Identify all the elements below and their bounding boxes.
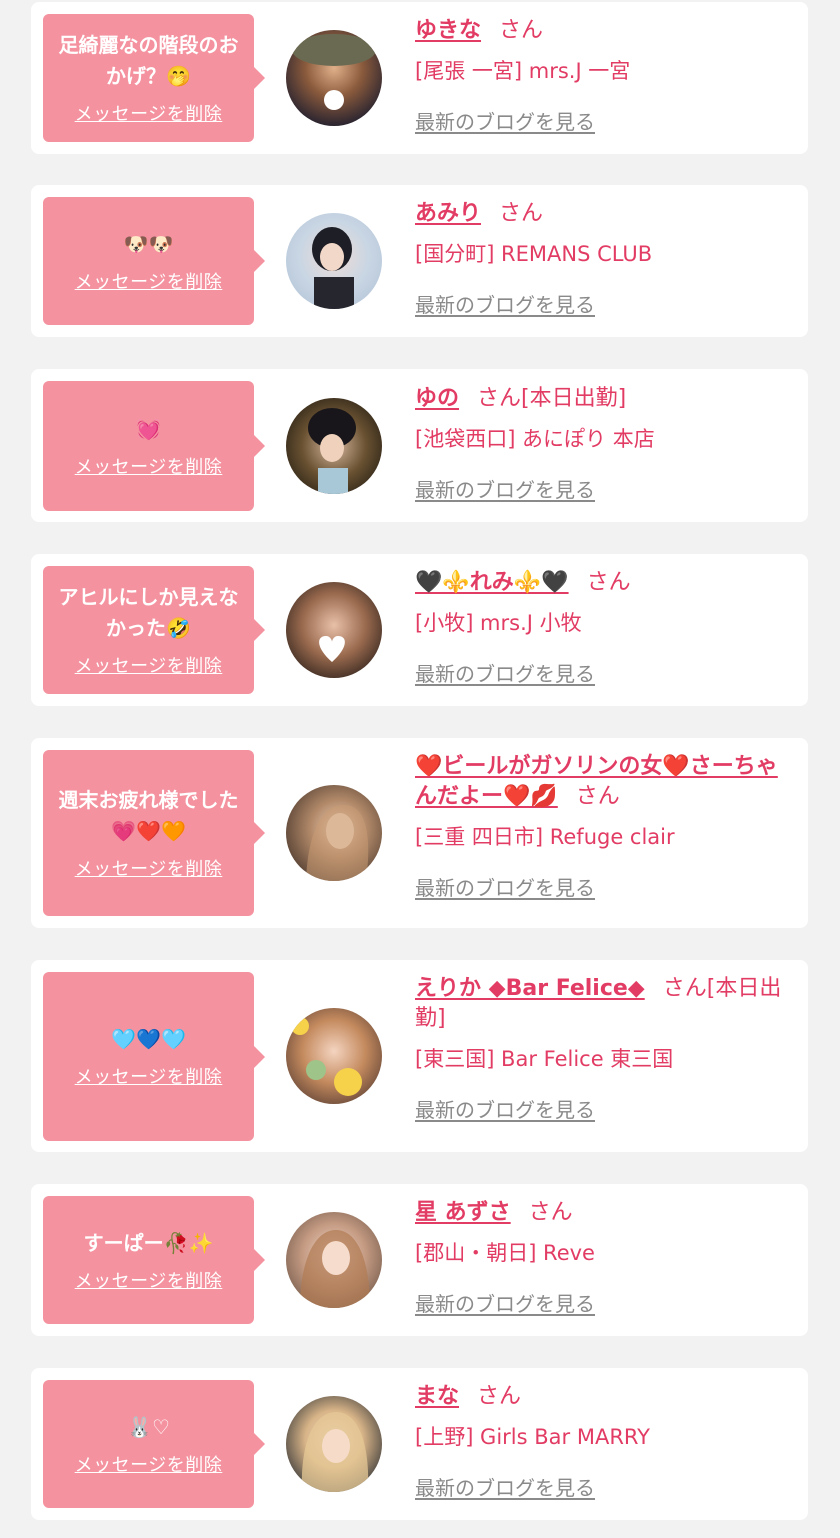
message-text: 週末お疲れ様でした💗❤️🧡 <box>58 788 239 843</box>
cast-name-link[interactable]: ゆの <box>415 386 459 411</box>
message-text: 🩵💙🩵 <box>111 1027 186 1051</box>
message-card: 足綺麗なの階段のおかげ？🤭 メッセージを削除 ゆきな さん [尾張 一宮] mrs… <box>31 2 808 154</box>
avatar[interactable] <box>286 582 382 678</box>
avatar[interactable] <box>286 398 382 494</box>
avatar[interactable] <box>286 785 382 881</box>
san-suffix: さん <box>477 1384 522 1409</box>
shop-label: [池袋西口] あにぽり 本店 <box>415 427 655 451</box>
shop-label: [東三国] Bar Felice 東三国 <box>415 1047 674 1071</box>
delete-message-link[interactable]: メッセージを削除 <box>75 1267 223 1293</box>
message-text: 足綺麗なの階段のおかげ？🤭 <box>58 33 239 88</box>
delete-message-link[interactable]: メッセージを削除 <box>75 652 223 678</box>
delete-message-link[interactable]: メッセージを削除 <box>75 100 223 126</box>
message-card: 週末お疲れ様でした💗❤️🧡 メッセージを削除 ❤️ビールがガソリンの女❤️さーち… <box>31 738 808 928</box>
cast-info: ゆきな さん [尾張 一宮] mrs.J 一宮 最新のブログを見る <box>415 16 795 135</box>
san-suffix: さん <box>662 976 707 1001</box>
cast-name-link[interactable]: まな <box>415 1384 459 1409</box>
message-bubble: 🐶🐶 メッセージを削除 <box>43 197 265 325</box>
message-text: 🐰♡ <box>127 1414 170 1439</box>
shop-label: [郡山・朝日] Reve <box>415 1241 595 1265</box>
san-suffix: さん <box>586 570 631 595</box>
cast-name-link[interactable]: 星 あずさ <box>415 1200 511 1225</box>
shop-label: [小牧] mrs.J 小牧 <box>415 611 582 635</box>
avatar[interactable] <box>286 1212 382 1308</box>
cast-info: ゆの さん[本日出勤] [池袋西口] あにぽり 本店 最新のブログを見る <box>415 384 795 503</box>
cast-info: まな さん [上野] Girls Bar MARRY 最新のブログを見る <box>415 1382 795 1501</box>
cast-name-link[interactable]: ゆきな <box>415 18 481 43</box>
san-suffix: さん <box>499 18 544 43</box>
message-bubble: 💓 メッセージを削除 <box>43 381 265 511</box>
shop-label: [国分町] REMANS CLUB <box>415 242 653 266</box>
cast-name-link[interactable]: えりか ◆Bar Felice◆ <box>415 976 645 1001</box>
shop-label: [尾張 一宮] mrs.J 一宮 <box>415 59 631 83</box>
san-suffix: さん <box>528 1200 573 1225</box>
latest-blog-link[interactable]: 最新のブログを見る <box>415 1094 595 1123</box>
san-suffix: さん <box>575 784 620 809</box>
latest-blog-link[interactable]: 最新のブログを見る <box>415 658 595 687</box>
delete-message-link[interactable]: メッセージを削除 <box>75 855 223 881</box>
message-text: 🐶🐶 <box>123 231 174 256</box>
message-card: 🩵💙🩵 メッセージを削除 えりか ◆Bar Felice◆ さん[本日出勤] [東… <box>31 960 808 1152</box>
cast-info: あみり さん [国分町] REMANS CLUB 最新のブログを見る <box>415 199 795 318</box>
latest-blog-link[interactable]: 最新のブログを見る <box>415 289 595 318</box>
message-card: 💓 メッセージを削除 ゆの さん[本日出勤] [池袋西口] あにぽり 本店 最新の… <box>31 369 808 522</box>
cast-info: ❤️ビールがガソリンの女❤️さーちゃんだよー❤️💋 さん [三重 四日市] Ref… <box>415 752 795 901</box>
cast-info: 🖤⚜️れみ⚜️🖤 さん [小牧] mrs.J 小牧 最新のブログを見る <box>415 568 795 687</box>
message-card: 🐰♡ メッセージを削除 まな さん [上野] Girls Bar MARRY 最新… <box>31 1368 808 1520</box>
shop-label: [三重 四日市] Refuge clair <box>415 825 675 849</box>
message-card: 🐶🐶 メッセージを削除 あみり さん [国分町] REMANS CLUB 最新のブ… <box>31 185 808 337</box>
latest-blog-link[interactable]: 最新のブログを見る <box>415 474 595 503</box>
message-bubble: 🐰♡ メッセージを削除 <box>43 1380 265 1508</box>
cast-info: 星 あずさ さん [郡山・朝日] Reve 最新のブログを見る <box>415 1198 795 1317</box>
san-suffix: さん <box>499 201 544 226</box>
message-bubble: 足綺麗なの階段のおかげ？🤭 メッセージを削除 <box>43 14 265 142</box>
shop-label: [上野] Girls Bar MARRY <box>415 1425 650 1449</box>
message-card: すーぱー🥀✨ メッセージを削除 星 あずさ さん [郡山・朝日] Reve 最新の… <box>31 1184 808 1336</box>
san-suffix: さん <box>477 386 522 411</box>
avatar[interactable] <box>286 1008 382 1104</box>
message-text: アヒルにしか見えなかった🤣 <box>58 585 239 640</box>
message-bubble: 🩵💙🩵 メッセージを削除 <box>43 972 265 1141</box>
avatar[interactable] <box>286 1396 382 1492</box>
status-label: [本日出勤] <box>521 386 627 411</box>
cast-info: えりか ◆Bar Felice◆ さん[本日出勤] [東三国] Bar Felic… <box>415 974 795 1123</box>
cast-name-link[interactable]: あみり <box>415 201 481 226</box>
delete-message-link[interactable]: メッセージを削除 <box>75 1063 223 1089</box>
delete-message-link[interactable]: メッセージを削除 <box>75 268 223 294</box>
message-bubble: アヒルにしか見えなかった🤣 メッセージを削除 <box>43 566 265 694</box>
delete-message-link[interactable]: メッセージを削除 <box>75 453 223 479</box>
latest-blog-link[interactable]: 最新のブログを見る <box>415 1288 595 1317</box>
latest-blog-link[interactable]: 最新のブログを見る <box>415 872 595 901</box>
latest-blog-link[interactable]: 最新のブログを見る <box>415 1472 595 1501</box>
avatar[interactable] <box>286 30 382 126</box>
cast-name-link[interactable]: 🖤⚜️れみ⚜️🖤 <box>415 570 569 595</box>
delete-message-link[interactable]: メッセージを削除 <box>75 1451 223 1477</box>
avatar[interactable] <box>286 213 382 309</box>
message-bubble: すーぱー🥀✨ メッセージを削除 <box>43 1196 265 1324</box>
latest-blog-link[interactable]: 最新のブログを見る <box>415 106 595 135</box>
message-bubble: 週末お疲れ様でした💗❤️🧡 メッセージを削除 <box>43 750 265 916</box>
message-text: すーぱー🥀✨ <box>83 1230 214 1255</box>
message-text: 💓 <box>136 416 161 441</box>
message-card: アヒルにしか見えなかった🤣 メッセージを削除 🖤⚜️れみ⚜️🖤 さん [小牧] m… <box>31 554 808 706</box>
